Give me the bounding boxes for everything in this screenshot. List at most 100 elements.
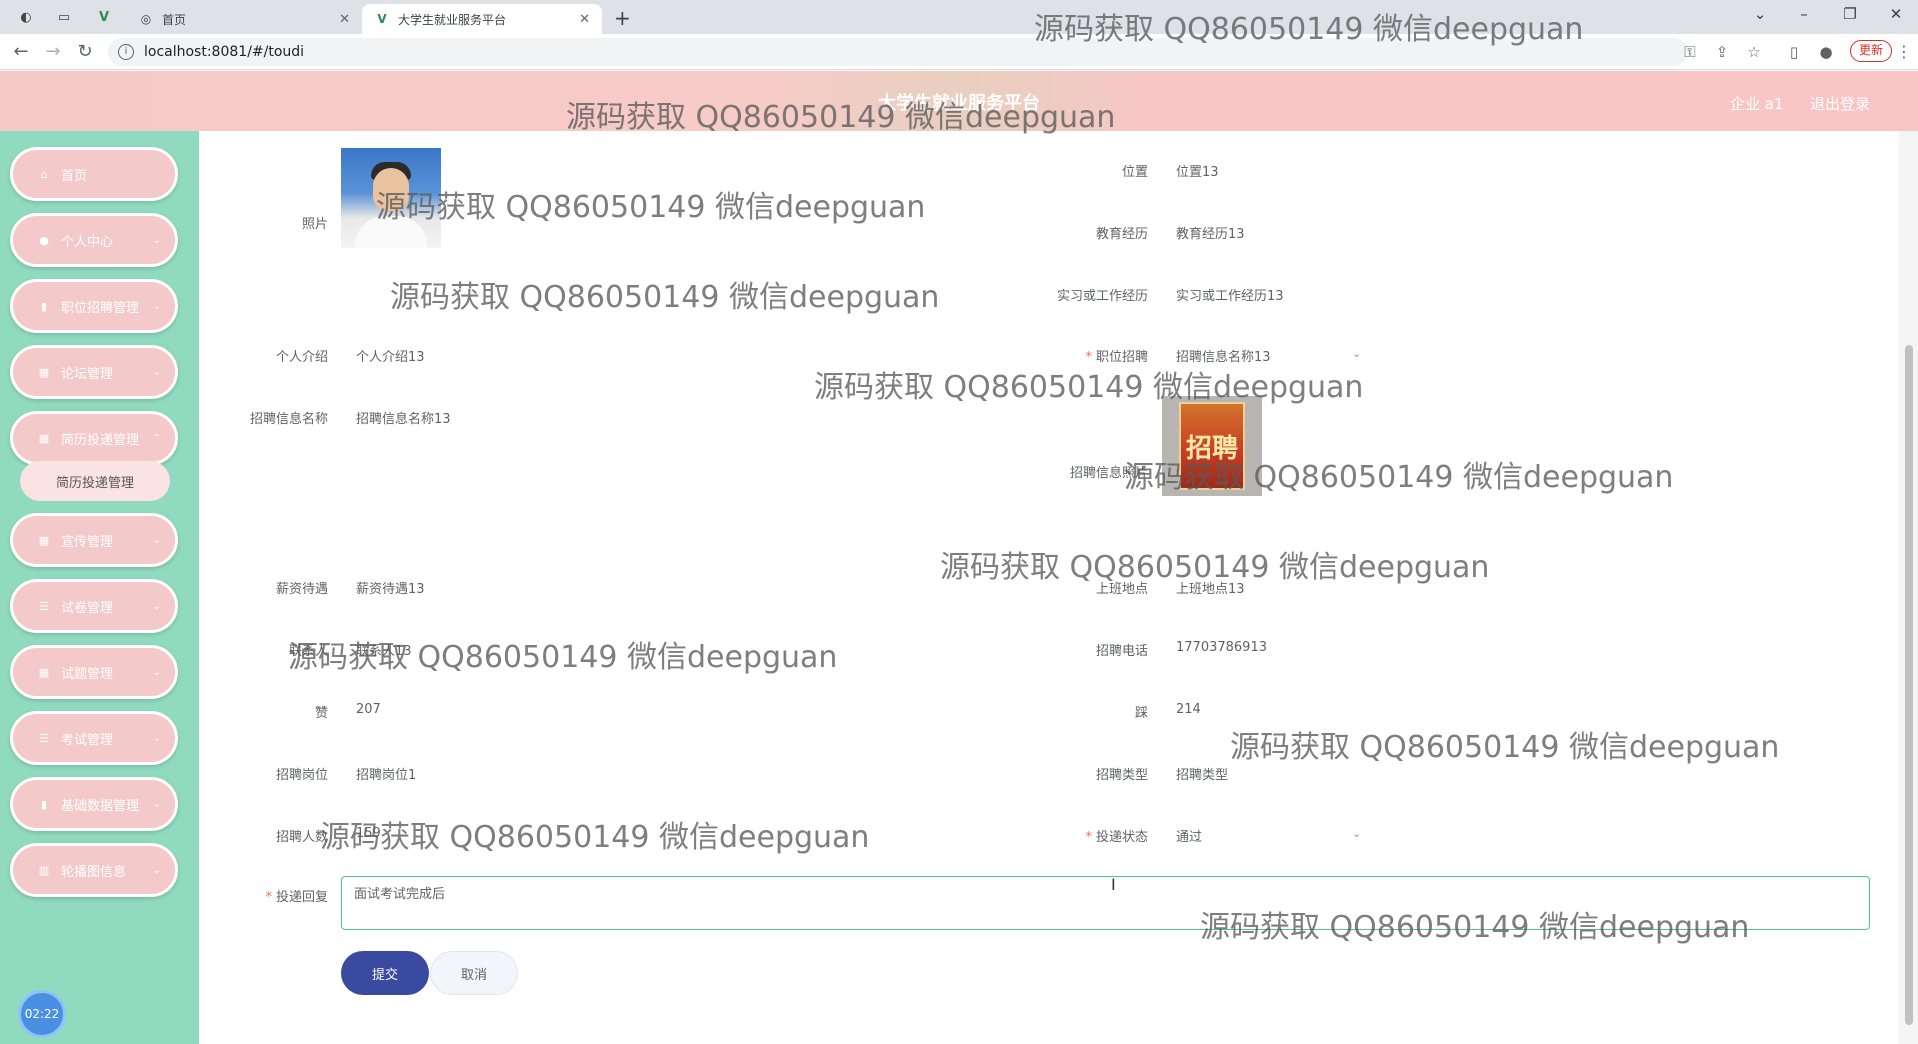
work-value: 实习或工作经历13 [1176, 289, 1284, 304]
chevron-down-icon: ⌄ [152, 534, 161, 546]
like-label: 赞 [314, 706, 328, 721]
required-mark: * [265, 890, 272, 905]
list-icon: ☰ [39, 731, 49, 745]
app-header: 大学生就业服务平台 企业 a1 退出登录 [0, 71, 1918, 131]
sidebar-item-label: 试卷管理 [61, 600, 114, 616]
info-icon[interactable]: i [118, 44, 134, 60]
forward-icon[interactable]: → [42, 41, 64, 62]
app-title: 大学生就业服务平台 [878, 93, 1040, 114]
clock-widget: 02:22 [18, 990, 66, 1038]
sidebar-item-profile[interactable]: ● 个人中心 ⌄ [10, 213, 178, 267]
vue-icon: V [377, 12, 387, 26]
minimize-icon[interactable]: – [1790, 5, 1818, 23]
reply-label: * 投递回复 [250, 886, 328, 905]
close-tab-icon[interactable]: ✕ [579, 12, 590, 27]
workplace-value: 上班地点13 [1176, 582, 1245, 597]
sidebar-item-exams[interactable]: ☰ 考试管理 ⌄ [10, 711, 178, 765]
sidepanel-icon[interactable]: ▯ [1784, 43, 1804, 61]
close-window-icon[interactable]: ✕ [1882, 5, 1910, 23]
sidebar-item-label: 考试管理 [61, 732, 114, 748]
sidebar-item-resume[interactable]: ▦ 简历投递管理 ⌃ [10, 411, 178, 465]
sidebar: ⌂ 首页 ● 个人中心 ⌄ ▮ 职位招聘管理 ⌄ ▦ 论坛管理 ⌄ ▦ 简历投递… [0, 131, 199, 1044]
sidebar-item-label: 首页 [61, 168, 88, 184]
home-icon: ⌂ [40, 167, 48, 181]
poster-text: 招聘 [1179, 402, 1245, 490]
back-icon[interactable]: ← [10, 41, 32, 62]
intro-label: 个人介绍 [275, 350, 328, 365]
sidebar-item-promotion[interactable]: ▦ 宣传管理 ⌄ [10, 513, 178, 567]
job-select[interactable]: 招聘信息名称13 [1176, 346, 1271, 365]
chevron-down-icon: ⌄ [152, 732, 161, 744]
vue-icon[interactable]: V [94, 7, 114, 27]
reply-textarea[interactable]: 面试考试完成后 [341, 876, 1870, 930]
sidebar-item-basedata[interactable]: ▮ 基础数据管理 ⌄ [10, 777, 178, 831]
url-bar[interactable]: i localhost:8081/#/toudi [108, 38, 1688, 66]
status-select[interactable]: 通过 [1176, 826, 1202, 845]
clipboard-icon: ▮ [40, 797, 48, 811]
submit-button[interactable]: 提交 [341, 951, 429, 995]
key-icon[interactable]: ⚿ [1680, 43, 1700, 61]
grid-icon: ▦ [38, 533, 50, 547]
sidebar-item-label: 论坛管理 [61, 366, 114, 382]
recruit-poster-image: 招聘 [1162, 396, 1262, 496]
sidebar-item-home[interactable]: ⌂ 首页 [10, 147, 178, 201]
job-label-text: 职位招聘 [1095, 350, 1148, 365]
grid-icon: ▦ [38, 365, 50, 379]
required-mark: * [1085, 830, 1092, 845]
salary-value: 薪资待遇13 [356, 582, 425, 597]
sidebar-item-forum[interactable]: ▦ 论坛管理 ⌄ [10, 345, 178, 399]
chevron-up-icon: ⌃ [152, 432, 161, 444]
like-value: 207 [356, 702, 381, 717]
close-tab-icon[interactable]: ✕ [339, 12, 350, 27]
chevron-down-icon[interactable]: ⌄ [1352, 827, 1361, 840]
chevron-down-icon: ⌄ [152, 300, 161, 312]
required-mark: * [1085, 350, 1092, 365]
photo-label: 照片 [301, 217, 328, 232]
more-icon[interactable]: ⋮ [1896, 42, 1912, 61]
address-toolbar: ← → ↻ i localhost:8081/#/toudi ⚿ ⇪ ☆ ▯ ● [0, 34, 1918, 70]
contact-label: 联系人 [288, 644, 328, 659]
tab-platform[interactable]: V 大学生就业服务平台 ✕ [362, 4, 602, 34]
job-label: * 职位招聘 [1000, 346, 1148, 365]
share-icon[interactable]: ⇪ [1712, 43, 1732, 61]
education-label: 教育经历 [1095, 227, 1148, 242]
user-label[interactable]: 企业 a1 [1730, 93, 1784, 114]
account-icon[interactable]: ● [1816, 43, 1836, 61]
position-label: 位置 [1121, 165, 1148, 180]
post-value: 招聘岗位1 [356, 768, 417, 783]
reload-icon[interactable]: ↻ [74, 41, 96, 62]
intro-value: 个人介绍13 [356, 350, 425, 365]
work-label: 实习或工作经历 [1056, 289, 1148, 304]
cancel-button[interactable]: 取消 [430, 951, 518, 995]
restore-icon[interactable]: ❐ [1836, 5, 1864, 23]
status-label: * 投递状态 [1000, 826, 1148, 845]
chevron-down-icon[interactable]: ⌄ [1352, 347, 1361, 360]
sidebar-item-questions[interactable]: ▦ 试题管理 ⌄ [10, 645, 178, 699]
browser-tab-bar: ◐ ▭ V ◎ 首页 ✕ V 大学生就业服务平台 ✕ + ⌄ – ❐ ✕ [0, 0, 1918, 34]
phone-label: 招聘电话 [1095, 644, 1148, 659]
recruit-photo-label: 招聘信息照片 [1069, 466, 1148, 481]
applicant-photo [341, 148, 441, 248]
tab-search-icon[interactable]: ⌄ [1746, 5, 1774, 23]
sidebar-item-papers[interactable]: ☰ 试卷管理 ⌄ [10, 579, 178, 633]
tab-title: 大学生就业服务平台 [398, 12, 507, 27]
sidebar-item-jobs[interactable]: ▮ 职位招聘管理 ⌄ [10, 279, 178, 333]
blank-tab-icon[interactable]: ▭ [54, 7, 74, 27]
sidebar-item-label: 个人中心 [61, 234, 114, 250]
recruit-name-value: 招聘信息名称13 [356, 412, 451, 427]
update-button[interactable]: 更新 [1850, 40, 1892, 62]
grid-icon: ▦ [38, 665, 50, 679]
star-icon[interactable]: ☆ [1744, 43, 1764, 61]
new-tab-icon[interactable]: + [614, 6, 631, 30]
education-value: 教育经历13 [1176, 227, 1245, 242]
submenu-item-resume[interactable]: 简历投递管理 [20, 461, 170, 501]
logout-link[interactable]: 退出登录 [1810, 93, 1870, 114]
sidebar-item-carousel[interactable]: ▥ 轮播图信息 ⌄ [10, 843, 178, 897]
profile-icon[interactable]: ◐ [16, 7, 36, 27]
tab-home[interactable]: ◎ 首页 ✕ [126, 4, 362, 34]
sidebar-item-label: 职位招聘管理 [61, 300, 140, 316]
chart-icon: ▥ [38, 863, 50, 877]
scrollbar-thumb[interactable] [1905, 345, 1913, 1025]
user-icon: ● [39, 233, 49, 247]
sidebar-item-label: 基础数据管理 [61, 798, 140, 814]
